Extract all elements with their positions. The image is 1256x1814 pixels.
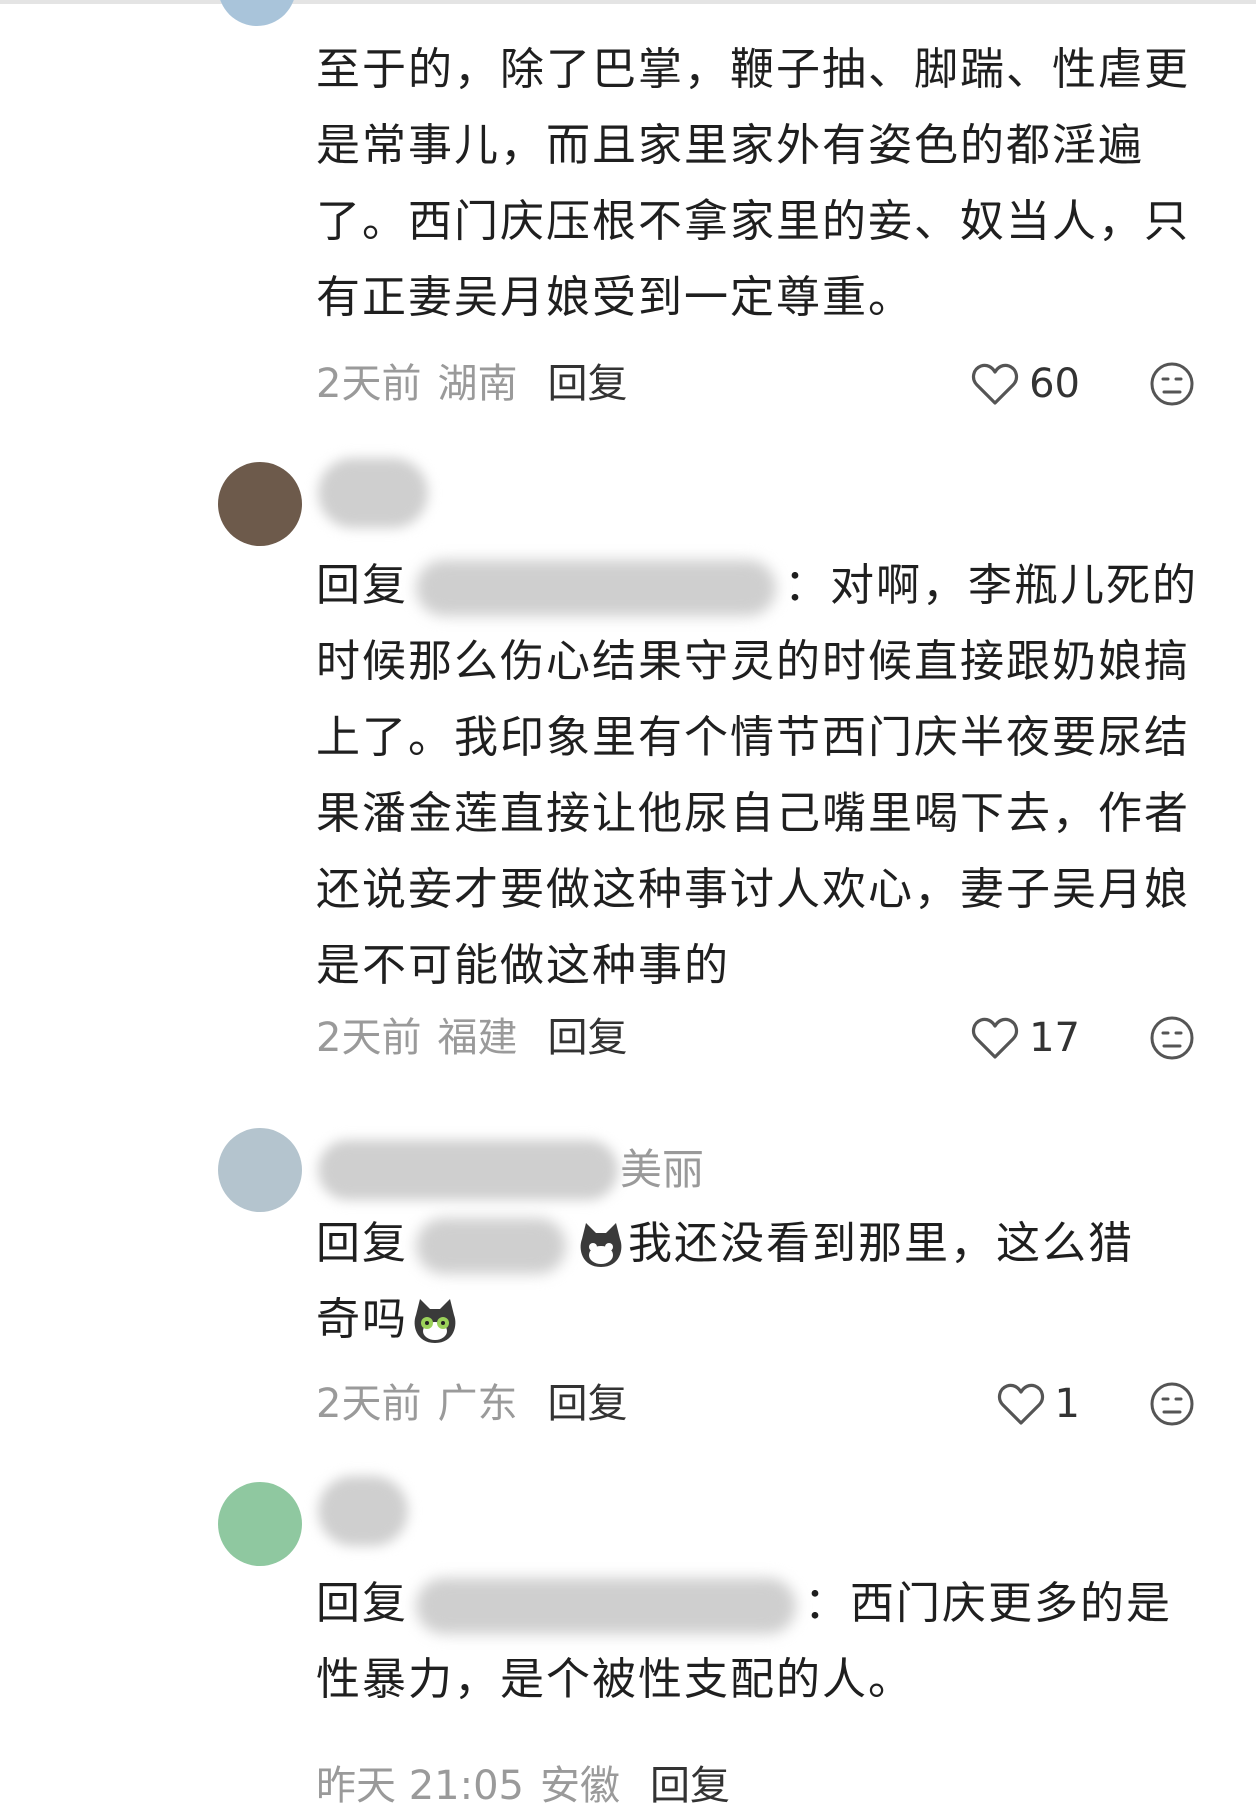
comment-time: 2天前: [316, 361, 422, 407]
heart-icon: [997, 1383, 1044, 1425]
mention-blurred[interactable]: [416, 1578, 796, 1634]
heart-icon: [972, 1017, 1019, 1059]
dislike-button[interactable]: [1148, 356, 1196, 412]
comment-time: 2天前: [316, 1015, 422, 1061]
comment-meta: 昨天 21:05 安徽 回复: [316, 1758, 1196, 1814]
dislike-button[interactable]: [1148, 1010, 1196, 1066]
comment-text: 回复 我还没看到那里，这么猎奇吗: [316, 1206, 1198, 1358]
dislike-face-icon: [1150, 1382, 1194, 1426]
comment-location: 安徽: [540, 1763, 620, 1809]
comment-location: 广东: [437, 1381, 518, 1427]
like-button[interactable]: 60: [971, 356, 1080, 412]
dislike-face-icon: [1150, 1016, 1194, 1060]
top-divider: [0, 0, 1256, 4]
like-button[interactable]: 1: [997, 1376, 1080, 1432]
comment-meta: 2天前 福建 回复 17: [316, 1010, 1196, 1066]
reply-prefix: 回复: [316, 1578, 408, 1629]
like-count: 1: [1054, 1381, 1080, 1427]
like-count: 60: [1029, 361, 1080, 407]
reply-button[interactable]: 回复: [547, 1381, 627, 1427]
username-blurred: [318, 1476, 408, 1546]
username[interactable]: 美丽: [620, 1136, 704, 1197]
avatar[interactable]: [218, 1128, 302, 1212]
comment-text: 回复 ：西门庆更多的是性暴力，是个被性支配的人。: [316, 1566, 1198, 1718]
comment-body-part-2: 奇吗: [316, 1294, 408, 1345]
mention-colon: ：: [784, 560, 830, 611]
dislike-face-icon: [1150, 362, 1194, 406]
comment-meta: 2天前 湖南 回复 60: [316, 356, 1196, 412]
like-count: 17: [1029, 1015, 1080, 1061]
comment-location: 福建: [437, 1015, 518, 1061]
avatar[interactable]: [218, 0, 296, 26]
reply-prefix: 回复: [316, 1218, 408, 1269]
comment-body: 对啊，李瓶儿死的时候那么伤心结果守灵的时候直接跟奶娘搞上了。我印象里有个情节西门…: [316, 560, 1198, 991]
mention-colon: ：: [804, 1578, 850, 1629]
username-blurred: [318, 1140, 618, 1200]
reply-button[interactable]: 回复: [547, 361, 627, 407]
comment-time: 2天前: [316, 1381, 422, 1427]
mention-blurred[interactable]: [416, 1218, 566, 1274]
comment-text: 回复 ：对啊，李瓶儿死的时候那么伤心结果守灵的时候直接跟奶娘搞上了。我印象里有个情…: [316, 548, 1198, 1004]
cat-emoji-icon: [580, 1223, 622, 1267]
comment-body-part-1: 我还没看到那里，这么猎: [628, 1218, 1134, 1269]
username-blurred: [318, 458, 428, 528]
reply-button[interactable]: 回复: [547, 1015, 627, 1061]
dislike-button[interactable]: [1148, 1376, 1196, 1432]
comment-meta: 2天前 广东 回复 1: [316, 1376, 1196, 1432]
heart-icon: [972, 363, 1019, 405]
reply-button[interactable]: 回复: [650, 1763, 730, 1809]
comment-location: 湖南: [437, 361, 518, 407]
comment-text: 至于的，除了巴掌，鞭子抽、脚踹、性虐更是常事儿，而且家里家外有姿色的都淫遍了。西…: [316, 44, 1190, 323]
mention-blurred[interactable]: [416, 560, 776, 616]
comment-time: 昨天 21:05: [316, 1763, 524, 1809]
cat-emoji-icon: [414, 1299, 456, 1343]
reply-prefix: 回复: [316, 560, 408, 611]
avatar[interactable]: [218, 1482, 302, 1566]
like-button[interactable]: 17: [971, 1010, 1080, 1066]
avatar[interactable]: [218, 462, 302, 546]
